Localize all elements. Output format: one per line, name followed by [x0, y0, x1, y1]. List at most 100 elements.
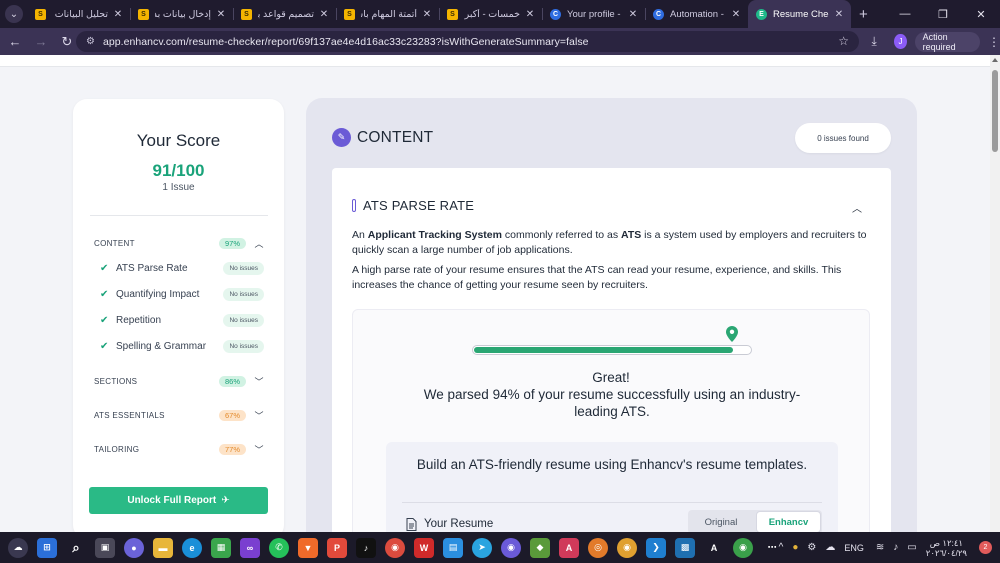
tab-strip: ⌄ S تحليل البيانات باستخدام ✕ S إدخال بيانات…: [0, 0, 1000, 28]
terminal-icon[interactable]: ▩: [675, 537, 695, 558]
check-icon: ✔: [100, 314, 109, 326]
chevron-down-icon[interactable]: ﹀: [254, 443, 264, 456]
content-item-repetition[interactable]: ✔ Repetition No issues: [100, 312, 264, 328]
chevron-up-icon[interactable]: ︿: [254, 237, 264, 250]
content-item-ats-parse-rate[interactable]: ✔ ATS Parse Rate No issues: [100, 260, 264, 276]
browser-tab[interactable]: S خمسات - أكبر سوق ✕: [439, 0, 542, 28]
content-item-quantifying-impact[interactable]: ✔ Quantifying Impact No issues: [100, 286, 264, 302]
new-tab-icon[interactable]: +: [859, 6, 868, 23]
rocket-icon: ✈: [221, 495, 230, 506]
browser-menu-icon[interactable]: ⋮: [988, 35, 1000, 49]
check-icon: ✔: [100, 288, 109, 300]
pdf-icon[interactable]: P: [327, 537, 347, 558]
category-tailoring[interactable]: TAILORING 77% ﹀: [94, 442, 264, 456]
chevron-down-icon[interactable]: ﹀: [254, 409, 264, 422]
status-badge: No issues: [223, 339, 264, 353]
download-icon[interactable]: ⤓: [866, 34, 882, 49]
browser-tab[interactable]: E Resume Checker ✕: [748, 0, 851, 28]
toggle-enhancv-button[interactable]: Enhancv: [756, 511, 821, 532]
status-badge: No issues: [223, 287, 264, 301]
whatsapp-icon[interactable]: ✆: [269, 537, 289, 558]
app-a-icon[interactable]: A: [704, 538, 724, 558]
task-view-icon[interactable]: ▣: [95, 537, 115, 558]
minimize-icon[interactable]: —: [886, 0, 924, 28]
store-icon[interactable]: ▦: [211, 537, 231, 558]
wifi-icon[interactable]: ≋: [876, 542, 884, 553]
search-icon[interactable]: ⌕: [66, 538, 86, 558]
toggle-original-button[interactable]: Original: [688, 510, 754, 532]
ats-parse-rate-card: ATS PARSE RATE ︿ An Applicant Tracking S…: [332, 168, 891, 532]
clock[interactable]: ١٢:٤١ ص ٢٠٢٦/٠٤/٢٩: [926, 538, 967, 558]
restore-icon[interactable]: ❐: [924, 0, 962, 28]
category-percent-badge: 77%: [218, 443, 246, 455]
brave-icon[interactable]: ▼: [298, 537, 318, 558]
browser-tab[interactable]: S إدخال بيانات بدقة ✕: [130, 0, 233, 28]
tab-title: أتمتة المهام باستخدام: [361, 8, 417, 20]
vscode-icon[interactable]: ❯: [646, 537, 666, 558]
telegram-icon[interactable]: ➤: [472, 537, 492, 558]
visual-studio-icon[interactable]: ∞: [240, 537, 260, 558]
notification-badge[interactable]: 2: [979, 541, 992, 554]
browser-tab[interactable]: C Your profile - Codewars ✕: [542, 0, 645, 28]
scroll-up-arrow-icon[interactable]: [992, 58, 998, 62]
edge-icon[interactable]: e: [182, 537, 202, 558]
chrome-icon[interactable]: ◉: [385, 537, 405, 558]
chevron-up-icon[interactable]: ^: [779, 542, 784, 553]
unlock-button-label: Unlock Full Report: [127, 495, 217, 506]
chrome-alt-icon[interactable]: ◉: [617, 537, 637, 558]
favicon-icon: C: [550, 8, 561, 20]
tab-close-icon[interactable]: ✕: [524, 9, 536, 20]
parse-result-box: Great! We parsed 94% of your resume succ…: [352, 309, 870, 532]
back-icon[interactable]: ←: [2, 31, 28, 53]
chrome-active-icon[interactable]: ◉: [733, 537, 753, 558]
close-window-icon[interactable]: ✕: [962, 0, 1000, 28]
browser-tab[interactable]: C Automation - 17 ✕: [645, 0, 748, 28]
tab-close-icon[interactable]: ✕: [833, 9, 845, 20]
unlock-full-report-button[interactable]: Unlock Full Report ✈: [89, 487, 268, 514]
file-explorer-icon[interactable]: ▬: [153, 537, 173, 558]
page-viewport: Your Score 91/100 1 Issue CONTENT 97% ︿ …: [0, 55, 990, 532]
weather-icon[interactable]: ☁: [8, 537, 28, 558]
profile-avatar[interactable]: J: [894, 34, 907, 49]
tab-close-icon[interactable]: ✕: [215, 9, 227, 20]
chevron-down-icon[interactable]: ﹀: [254, 375, 264, 388]
office-icon[interactable]: W: [414, 537, 434, 558]
tab-close-icon[interactable]: ✕: [730, 9, 742, 20]
collapse-chevron-icon[interactable]: ︿: [852, 200, 862, 215]
firefox-icon[interactable]: ◎: [588, 537, 608, 558]
category-sections[interactable]: SECTIONS 86% ﹀: [94, 374, 264, 388]
parse-rate-progress-bar: [472, 345, 752, 355]
tab-close-icon[interactable]: ✕: [112, 9, 124, 20]
bookmark-star-icon[interactable]: ☆: [838, 34, 849, 48]
tab-search-icon[interactable]: ⌄: [5, 5, 23, 23]
language-indicator[interactable]: ENG: [844, 543, 864, 553]
tab-close-icon[interactable]: ✕: [627, 9, 639, 20]
action-required-button[interactable]: Action required: [914, 31, 980, 52]
battery-icon[interactable]: ▭: [907, 542, 916, 553]
start-icon[interactable]: ⊞: [37, 537, 57, 558]
chrome-profile-icon[interactable]: ◉: [501, 537, 521, 558]
tray-settings-icon[interactable]: ⚙: [807, 542, 816, 553]
tiktok-icon[interactable]: ♪: [356, 537, 376, 558]
browser-tab[interactable]: S أتمتة المهام باستخدام ✕: [336, 0, 439, 28]
volume-icon[interactable]: ♪: [893, 542, 898, 553]
scroll-thumb[interactable]: [992, 70, 998, 152]
acrobat-icon[interactable]: A: [559, 537, 579, 558]
category-ats-essentials[interactable]: ATS ESSENTIALS 67% ﹀: [94, 408, 264, 422]
meet-icon[interactable]: ●: [124, 537, 144, 558]
category-content[interactable]: CONTENT 97% ︿: [94, 236, 264, 250]
notes-icon[interactable]: ▤: [443, 537, 463, 558]
address-bar[interactable]: ⚙ app.enhancv.com/resume-checker/report/…: [76, 31, 859, 52]
browser-tab[interactable]: S تحليل البيانات باستخدام ✕: [27, 0, 130, 28]
tray-app-icon[interactable]: ●: [792, 542, 798, 553]
category-percent-badge: 97%: [218, 237, 246, 249]
tab-close-icon[interactable]: ✕: [421, 9, 433, 20]
tray-cloud-icon[interactable]: ☁: [825, 542, 835, 553]
forward-icon[interactable]: →: [28, 31, 54, 53]
site-info-icon[interactable]: ⚙: [86, 36, 95, 47]
app-icon[interactable]: ◆: [530, 537, 550, 558]
browser-tab[interactable]: S تصميم قواعد بيانات ✕: [233, 0, 336, 28]
content-item-spelling-grammar[interactable]: ✔ Spelling & Grammar No issues: [100, 338, 264, 354]
tab-close-icon[interactable]: ✕: [318, 9, 330, 20]
page-scrollbar[interactable]: [990, 55, 1000, 532]
